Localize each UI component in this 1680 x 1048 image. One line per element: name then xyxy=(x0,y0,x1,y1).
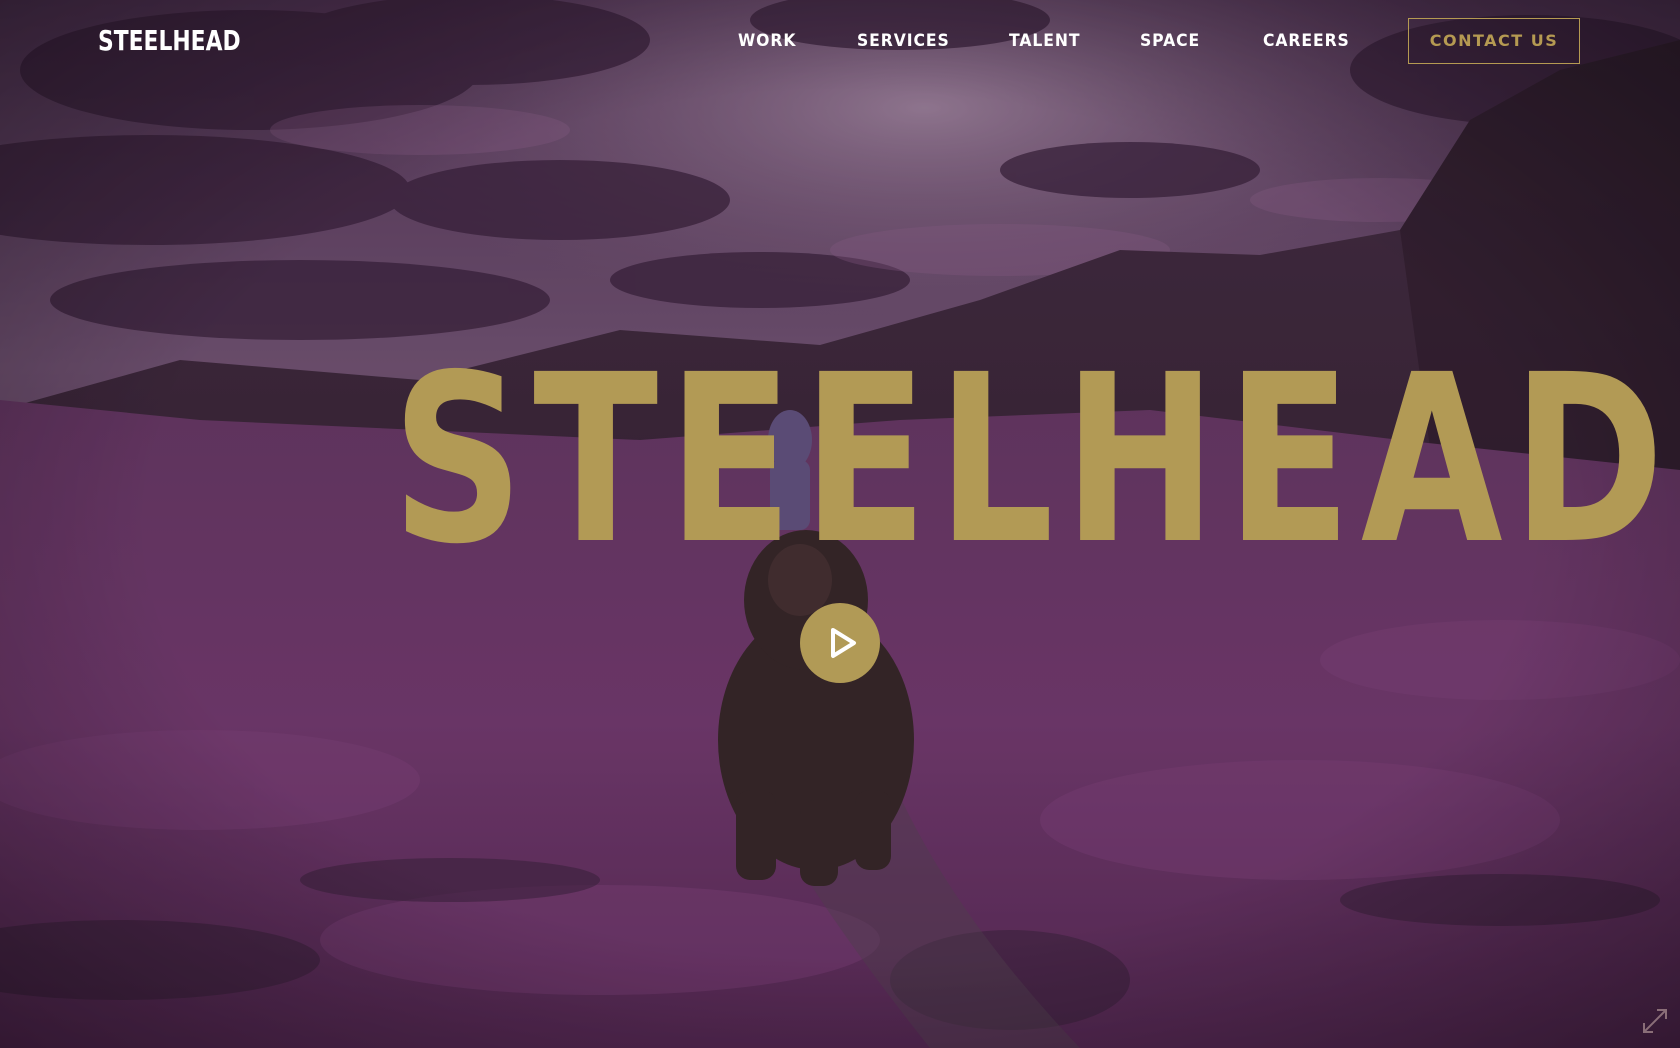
nav-link-careers[interactable]: CAREERS xyxy=(1263,30,1350,52)
site-logo[interactable]: STEELHEAD xyxy=(98,24,241,58)
play-video-button[interactable] xyxy=(800,603,880,683)
nav-link-space[interactable]: SPACE xyxy=(1140,30,1200,52)
nav-link-talent[interactable]: TALENT xyxy=(1009,30,1080,52)
play-icon xyxy=(831,628,856,658)
site-header: STEELHEAD WORK SERVICES TALENT SPACE CAR… xyxy=(0,0,1680,84)
nav-link-services[interactable]: SERVICES xyxy=(857,30,950,52)
hero-title: STEELHEAD xyxy=(391,325,1674,595)
hero-section: STEELHEAD WORK SERVICES TALENT SPACE CAR… xyxy=(0,0,1680,1048)
nav-link-work[interactable]: WORK xyxy=(738,30,796,52)
expand-icon[interactable] xyxy=(1640,1006,1670,1036)
contact-us-button[interactable]: CONTACT US xyxy=(1408,18,1580,64)
